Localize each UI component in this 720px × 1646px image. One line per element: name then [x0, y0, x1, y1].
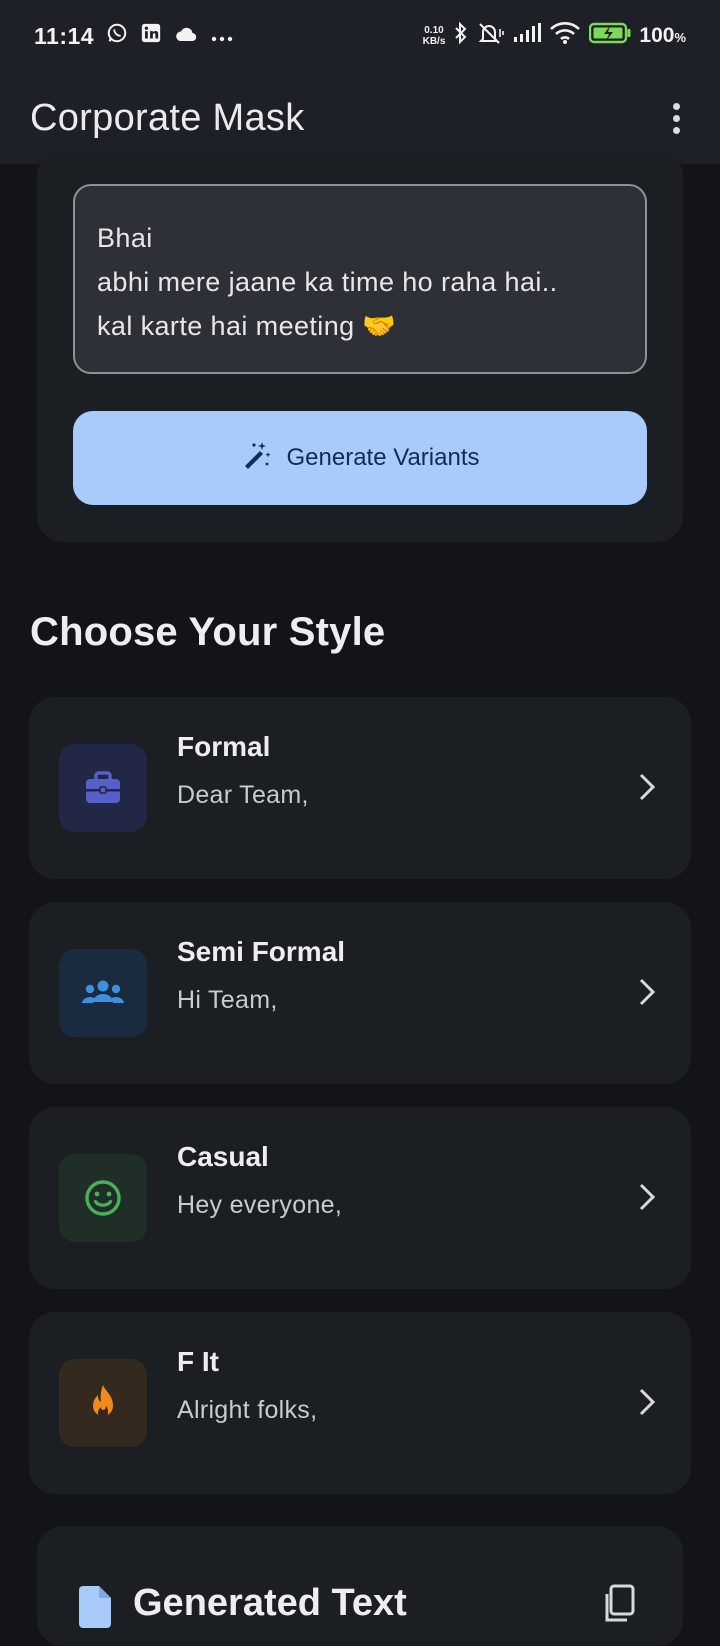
smiley-icon	[59, 1154, 147, 1242]
style-card-f-it[interactable]: F It Alright folks,	[29, 1312, 691, 1494]
copy-icon[interactable]	[603, 1584, 635, 1629]
magic-wand-icon	[241, 440, 271, 477]
more-vert-icon[interactable]	[656, 90, 696, 146]
status-time: 11:14	[34, 22, 95, 49]
style-preview: Alright folks,	[177, 1396, 318, 1424]
style-preview: Hey everyone,	[177, 1191, 343, 1219]
chevron-right-icon	[637, 771, 657, 808]
style-name: Semi Formal	[177, 936, 346, 967]
status-bar: 11:14 0.10 KB/s 100%	[0, 0, 720, 72]
generate-variants-label: Generate Variants	[286, 444, 480, 471]
style-card-semi-formal[interactable]: Semi Formal Hi Team,	[29, 902, 691, 1084]
chevron-right-icon	[637, 1181, 657, 1218]
document-icon	[77, 1586, 113, 1633]
generated-text-title: Generated Text	[133, 1582, 407, 1624]
chevron-right-icon	[637, 1386, 657, 1423]
mute-icon	[477, 21, 505, 51]
generate-variants-button[interactable]: Generate Variants	[73, 411, 647, 505]
style-name: Casual	[177, 1141, 269, 1172]
message-input[interactable]: Bhai abhi mere jaane ka time ho raha hai…	[73, 184, 647, 374]
briefcase-icon	[59, 744, 147, 832]
app-title: Corporate Mask	[30, 96, 305, 139]
battery-percent: 100%	[639, 24, 686, 47]
bluetooth-icon	[453, 21, 469, 51]
generated-text-card: Generated Text	[37, 1526, 683, 1646]
chevron-right-icon	[637, 976, 657, 1013]
linkedin-icon	[140, 22, 162, 50]
wifi-icon	[549, 21, 581, 51]
style-name: Formal	[177, 731, 271, 762]
more-dots-icon	[210, 23, 234, 49]
signal-icon	[513, 23, 542, 49]
style-card-formal[interactable]: Formal Dear Team,	[29, 697, 691, 879]
fire-icon	[59, 1359, 147, 1447]
input-card: Bhai abhi mere jaane ka time ho raha hai…	[37, 150, 683, 542]
whatsapp-icon	[106, 22, 128, 50]
section-title: Choose Your Style	[30, 610, 386, 654]
style-card-casual[interactable]: Casual Hey everyone,	[29, 1107, 691, 1289]
group-icon	[59, 949, 147, 1037]
battery-icon	[589, 22, 631, 50]
cloud-icon	[174, 23, 198, 49]
style-preview: Hi Team,	[177, 986, 278, 1014]
net-speed: 0.10 KB/s	[422, 25, 446, 47]
style-name: F It	[177, 1346, 219, 1377]
style-preview: Dear Team,	[177, 781, 309, 809]
